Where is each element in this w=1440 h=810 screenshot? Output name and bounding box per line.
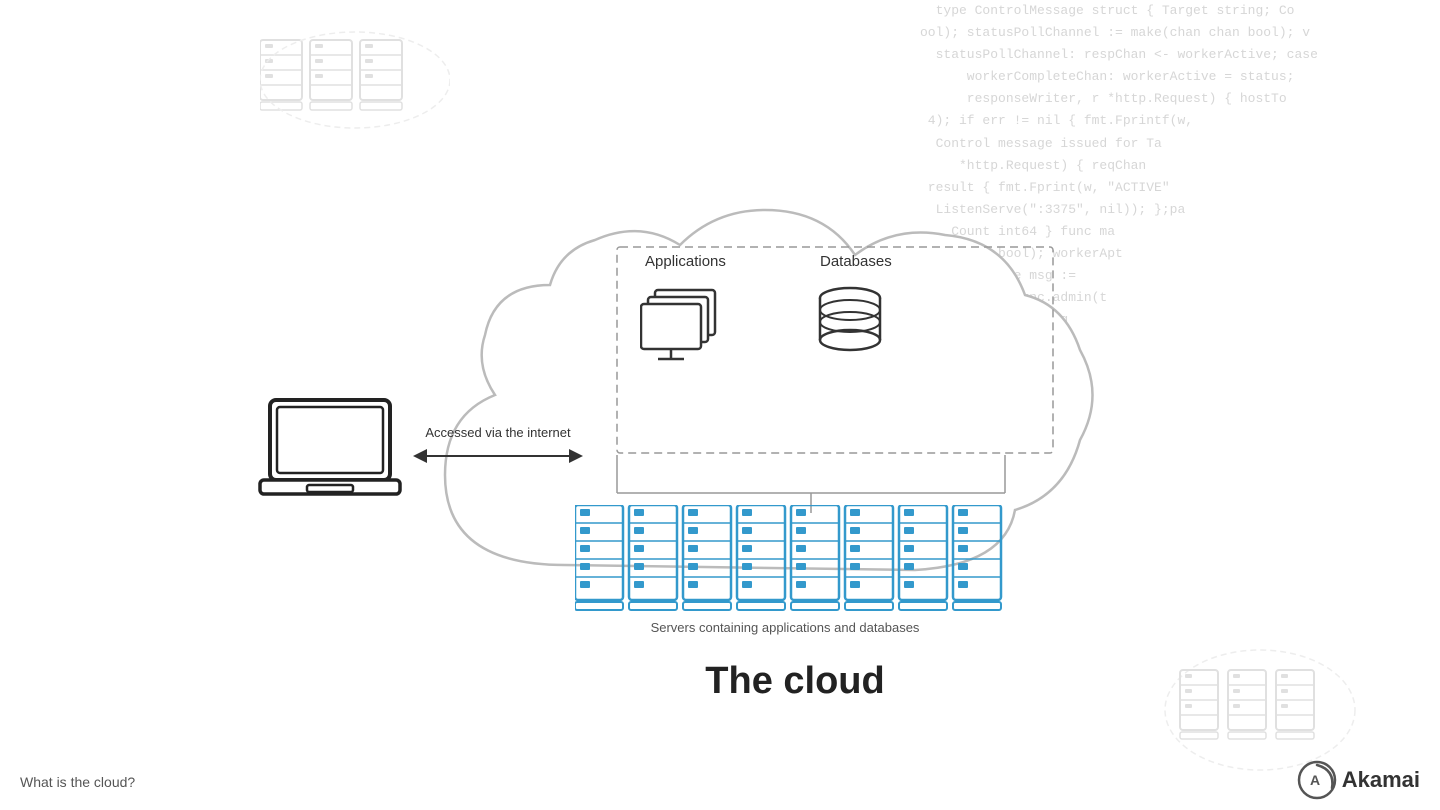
arrow-label: Accessed via the internet xyxy=(425,425,570,440)
servers-label: Servers containing applications and data… xyxy=(535,620,1035,635)
server-row xyxy=(575,505,1065,625)
connector-lines xyxy=(575,245,1075,515)
bottom-label: What is the cloud? xyxy=(20,774,135,790)
cloud-title: The cloud xyxy=(525,660,1065,703)
akamai-text: Akamai xyxy=(1342,767,1420,793)
laptop-icon xyxy=(255,395,405,515)
akamai-logo: A Akamai xyxy=(1297,760,1420,800)
bidirectional-arrow xyxy=(413,445,583,467)
arrow-container: Accessed via the internet xyxy=(413,425,583,467)
akamai-symbol: A xyxy=(1297,760,1337,800)
svg-text:A: A xyxy=(1310,772,1320,788)
main-diagram: Applications Databases xyxy=(225,105,1125,705)
